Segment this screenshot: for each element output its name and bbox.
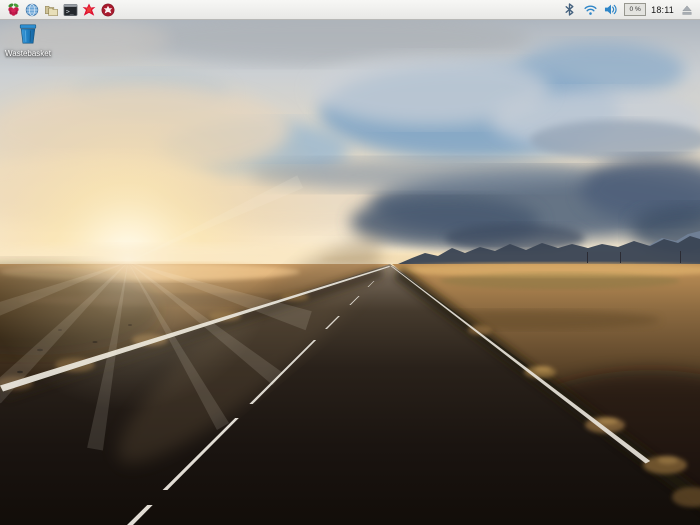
web-browser-button[interactable] — [24, 2, 40, 18]
power-pole — [587, 252, 588, 263]
wolfram-button[interactable] — [100, 2, 116, 18]
globe-browser-icon — [25, 3, 39, 17]
wolfram-language-icon — [101, 3, 115, 17]
volume-icon — [604, 3, 618, 16]
taskbar-launchers: >_ — [5, 2, 116, 18]
bluetooth-icon — [564, 3, 575, 16]
taskbar: >_ — [0, 0, 700, 20]
taskbar-status-tray: 0 % 18:11 — [561, 2, 695, 18]
desktop-icon-label: Wastebasket — [4, 49, 52, 58]
cpu-usage-monitor[interactable]: 0 % — [624, 3, 646, 16]
volume-button[interactable] — [603, 2, 619, 18]
terminal-button[interactable]: >_ — [62, 2, 78, 18]
power-pole — [620, 252, 621, 263]
folders-icon — [44, 3, 59, 17]
desktop-icon-wastebasket[interactable]: Wastebasket — [4, 23, 52, 58]
applications-menu-button[interactable] — [5, 2, 21, 18]
file-manager-button[interactable] — [43, 2, 59, 18]
bluetooth-button[interactable] — [561, 2, 577, 18]
power-pole — [680, 251, 681, 263]
svg-text:>_: >_ — [65, 7, 73, 15]
wifi-icon — [584, 4, 597, 16]
sun-rays — [0, 110, 312, 451]
terminal-icon: >_ — [63, 3, 78, 17]
raspberry-menu-icon — [6, 2, 21, 17]
wallpaper-image — [0, 0, 700, 525]
desktop-screen: >_ — [0, 0, 700, 525]
mathematica-button[interactable] — [81, 2, 97, 18]
mathematica-spikey-icon — [82, 3, 96, 17]
wifi-button[interactable] — [582, 2, 598, 18]
eject-icon — [681, 4, 693, 16]
clock[interactable]: 18:11 — [651, 5, 674, 15]
eject-button[interactable] — [679, 2, 695, 18]
wastebasket-icon — [17, 23, 39, 49]
